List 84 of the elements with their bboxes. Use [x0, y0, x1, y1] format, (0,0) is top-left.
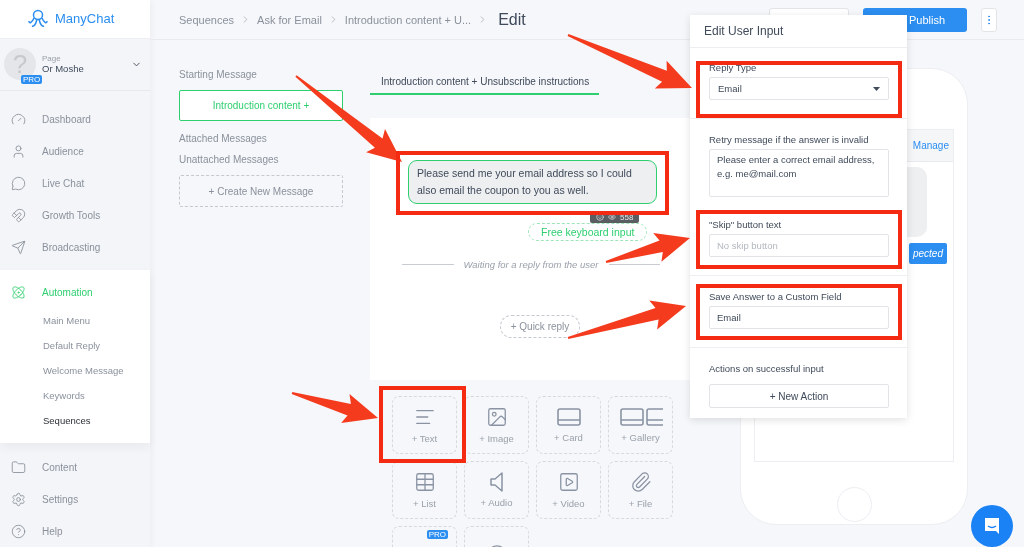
nav-icon — [11, 143, 26, 159]
field-label: Actions on successful input — [709, 363, 825, 374]
nav-icon — [11, 175, 26, 191]
breadcrumb-link[interactable]: Ask for Email — [257, 13, 322, 26]
field-label: "Skip" button text — [709, 219, 783, 230]
nav-icon — [11, 523, 26, 539]
table-icon — [413, 471, 436, 493]
message-tab[interactable]: Introduction content + Unsubscribe instructions — [370, 76, 600, 95]
breadcrumb-link[interactable]: Introduction content + U... — [344, 13, 472, 26]
nav-icon — [11, 459, 26, 475]
nav-icon — [11, 207, 26, 223]
speaker-icon — [489, 472, 504, 492]
sidebar-item[interactable]: Content — [0, 451, 150, 483]
add-block-button[interactable]: + Video — [536, 461, 601, 519]
image-icon — [485, 406, 508, 428]
sidebar-item[interactable]: Live Chat — [0, 167, 150, 199]
retry-message-field[interactable]: Please enter a correct email address, e.g. me@mail.com — [709, 149, 889, 197]
card-icon — [555, 407, 582, 427]
block-label: + Card — [554, 432, 583, 443]
brand-name: ManyChat — [55, 11, 115, 27]
add-block-button[interactable]: + File — [608, 461, 673, 519]
block-label: + Text — [411, 433, 438, 444]
waiting-text: Waiting for a reply from the user — [463, 259, 599, 270]
block-label: + File — [628, 498, 653, 509]
nav-icon — [11, 284, 26, 300]
section-label: Attached Messages — [179, 133, 268, 144]
nav-icon — [11, 491, 26, 507]
block-label: + Gallery — [621, 432, 660, 443]
char-count: 558 — [620, 212, 634, 222]
add-block-button[interactable]: + Gallery — [608, 396, 673, 454]
sidebar-item[interactable]: Growth Tools — [0, 199, 150, 231]
sidebar-item[interactable]: Dashboard — [0, 103, 150, 135]
add-block-button[interactable]: + Text — [392, 396, 457, 454]
pro-badge: PRO — [426, 530, 448, 539]
input-chip[interactable]: Free keyboard input — [528, 223, 648, 241]
sidebar-subitem[interactable]: Welcome Message — [0, 358, 150, 383]
block-label: + Image — [479, 433, 514, 444]
account-label: Page — [42, 54, 62, 64]
panel-title: Edit User Input — [690, 15, 907, 48]
sidebar-item[interactable]: Help — [0, 515, 150, 547]
nav-icon — [11, 239, 26, 255]
paperclip-icon — [629, 471, 652, 493]
account-name: Or Moshe — [42, 63, 85, 75]
message-bubble[interactable]: Please send me your email address so I could also email the coupon to you as well. — [408, 160, 657, 204]
quick-reply-button[interactable]: + Quick reply — [499, 315, 581, 338]
block-label: + List — [413, 498, 436, 509]
gallery-icon — [618, 407, 663, 427]
section-label: Starting Message — [179, 69, 258, 80]
octopus-logo-icon — [27, 8, 49, 29]
sidebar-item[interactable]: Automation — [0, 276, 150, 308]
new-action-button[interactable]: + New Action — [709, 384, 889, 408]
smile-icon — [596, 213, 604, 221]
sidebar-item[interactable]: Audience — [0, 135, 150, 167]
chat-icon — [982, 516, 1002, 536]
sidebar-subitem[interactable]: Sequences — [0, 408, 150, 433]
page-title: Edit — [498, 10, 526, 29]
pro-badge: PRO — [21, 75, 43, 85]
block-label: + Video — [552, 498, 585, 509]
sidebar-item[interactable]: Broadcasting — [0, 231, 150, 263]
section-label: Unattached Messages — [179, 154, 280, 165]
manage-link[interactable]: Manage — [912, 140, 949, 151]
sidebar-subitem[interactable]: Main Menu — [0, 308, 150, 333]
breadcrumb-link[interactable]: Sequences — [179, 13, 235, 26]
sidebar-subitem[interactable]: Keywords — [0, 383, 150, 408]
create-message-button[interactable]: + Create New Message — [179, 175, 343, 207]
reply-type-select[interactable]: Email — [709, 77, 889, 100]
skip-text-field[interactable]: No skip button — [709, 234, 889, 257]
add-block-button[interactable]: PRO — [392, 526, 457, 547]
caret-icon — [873, 86, 880, 91]
field-label: Save Answer to a Custom Field — [709, 291, 843, 302]
sidebar-subitem[interactable]: Default Reply — [0, 333, 150, 358]
eye-icon — [608, 213, 616, 221]
block-label: + Audio — [480, 497, 513, 508]
field-label: Reply Type — [709, 62, 758, 73]
add-block-button[interactable]: + Audio — [464, 461, 529, 519]
preview-button[interactable]: pected — [908, 243, 947, 264]
add-block-button[interactable]: + Card — [536, 396, 601, 454]
chat-button[interactable] — [971, 505, 1013, 547]
message-button[interactable]: Introduction content + — [179, 90, 343, 121]
field-label: Retry message if the answer is invalid — [709, 134, 870, 145]
play-icon — [557, 471, 580, 493]
custom-field-input[interactable]: Email — [709, 306, 889, 329]
sidebar-item[interactable]: Settings — [0, 483, 150, 515]
nav-icon — [11, 111, 26, 127]
